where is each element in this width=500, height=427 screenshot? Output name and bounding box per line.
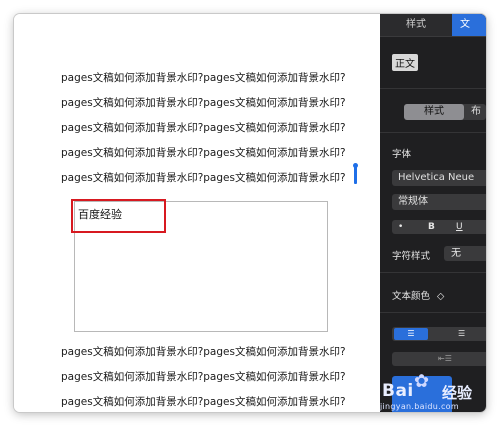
divider: [380, 272, 486, 273]
divider: [380, 88, 486, 89]
watermark-url: jingyan.baidu.com: [380, 402, 459, 411]
body-text-line[interactable]: pages文稿如何添加背景水印?pages文稿如何添加背景水印?: [61, 120, 346, 135]
font-family-select[interactable]: Helvetica Neue: [392, 170, 486, 186]
align-left-icon[interactable]: ☰: [394, 328, 428, 340]
tab-text[interactable]: 文: [452, 14, 486, 36]
body-text-line[interactable]: pages文稿如何添加背景水印?pages文稿如何添加背景水印?: [61, 394, 346, 409]
inspector-tabbar: 样式 文: [380, 14, 486, 37]
bullet-button[interactable]: •: [398, 220, 403, 234]
char-style-select[interactable]: 无: [444, 246, 486, 261]
bold-button[interactable]: B: [428, 220, 435, 234]
paw-icon: ✿: [414, 371, 430, 392]
baidu-jingyan-watermark: Bai ✿ 经验 jingyan.baidu.com: [378, 366, 488, 416]
format-button-row: [392, 220, 486, 234]
align-center-icon[interactable]: ☰: [458, 328, 465, 340]
body-text-line[interactable]: pages文稿如何添加背景水印?pages文稿如何添加背景水印?: [61, 70, 346, 85]
tab-style[interactable]: 样式: [380, 14, 452, 36]
annotation-highlight-box: [71, 199, 166, 233]
text-cursor: [353, 163, 358, 184]
segment-layout[interactable]: 布: [471, 104, 481, 120]
format-inspector: 样式 文 正文 样式 布 字体 Helvetica Neue 常规体 • B U…: [380, 14, 486, 412]
paragraph-style-button[interactable]: 正文: [392, 54, 418, 71]
app-window: pages文稿如何添加背景水印?pages文稿如何添加背景水印? pages文稿…: [14, 14, 486, 412]
watermark-logo-text: Bai: [382, 381, 414, 401]
watermark-logo-text-right: 经验: [442, 384, 473, 402]
text-color-label-text: 文本颜色: [392, 291, 431, 302]
body-text-line[interactable]: pages文稿如何添加背景水印?pages文稿如何添加背景水印?: [61, 95, 346, 110]
chevron-updown-icon: ◇: [437, 291, 445, 302]
indent-icon[interactable]: ⇤☰: [438, 352, 452, 366]
divider: [380, 312, 486, 313]
document-canvas[interactable]: pages文稿如何添加背景水印?pages文稿如何添加背景水印? pages文稿…: [14, 14, 380, 412]
underline-button[interactable]: U: [456, 220, 463, 234]
text-color-label[interactable]: 文本颜色 ◇: [392, 288, 444, 302]
body-text-line[interactable]: pages文稿如何添加背景水印?pages文稿如何添加背景水印?: [61, 170, 346, 185]
body-text-line[interactable]: pages文稿如何添加背景水印?pages文稿如何添加背景水印?: [61, 145, 346, 160]
char-style-label: 字符样式: [392, 251, 431, 262]
font-label: 字体: [392, 149, 412, 160]
body-text-line[interactable]: pages文稿如何添加背景水印?pages文稿如何添加背景水印?: [61, 369, 346, 384]
body-text-line[interactable]: pages文稿如何添加背景水印?pages文稿如何添加背景水印?: [61, 344, 346, 359]
segment-style[interactable]: 样式: [404, 104, 464, 120]
divider: [380, 132, 486, 133]
font-typeface-select[interactable]: 常规体: [392, 194, 486, 210]
